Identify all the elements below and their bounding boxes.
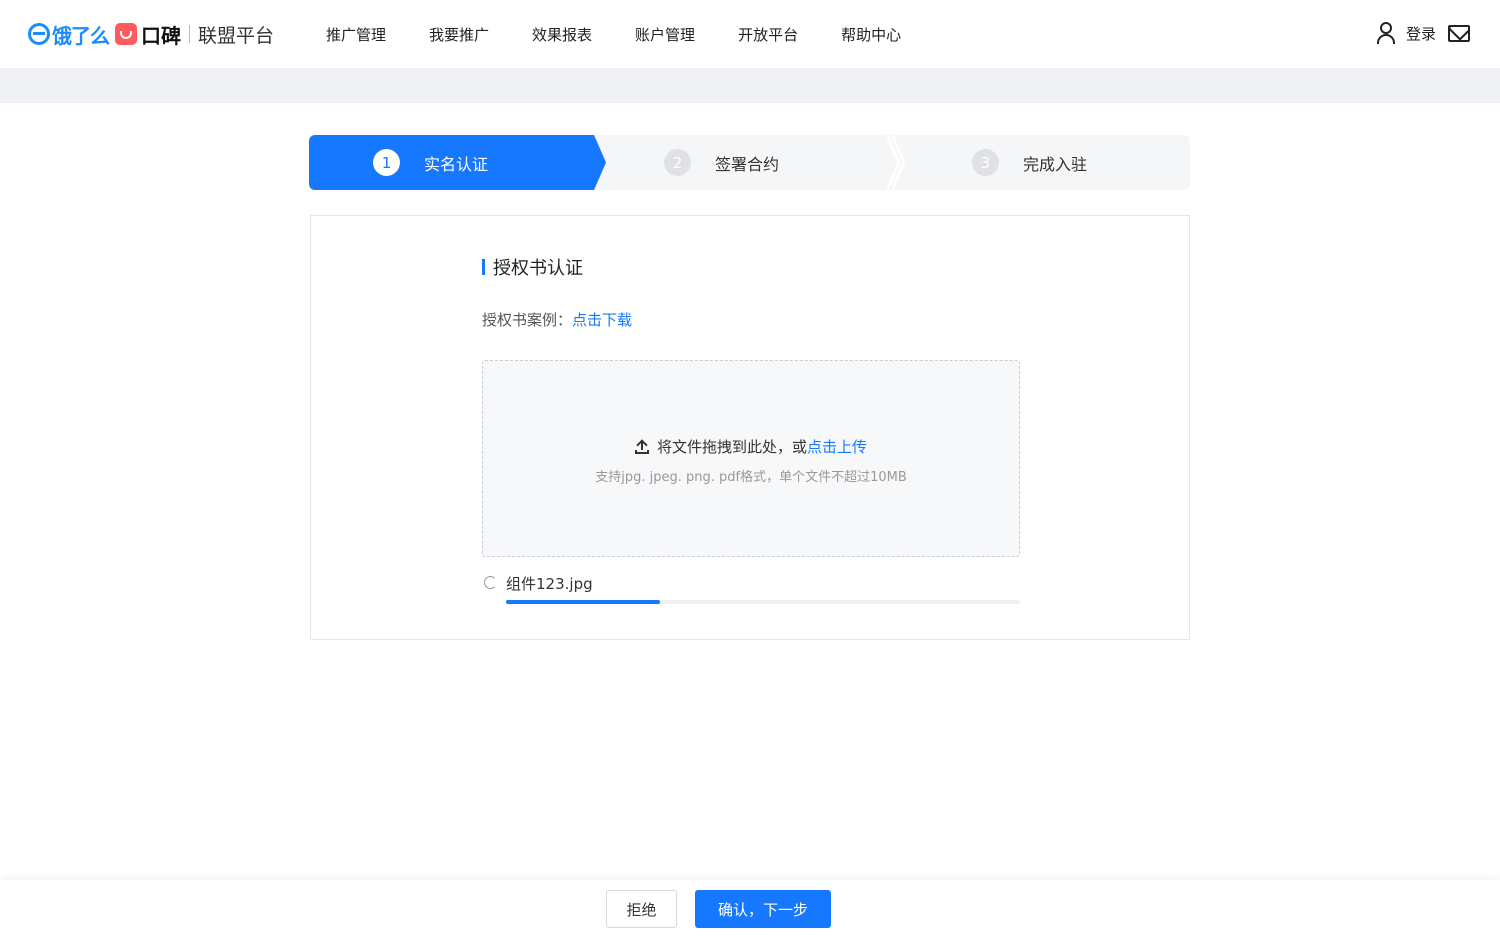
step-label: 实名认证 xyxy=(424,154,489,174)
user-icon[interactable] xyxy=(1376,22,1396,44)
eleme-logo: 饿了么 xyxy=(28,20,110,49)
drop-instruction: 将文件拖拽到此处，或 xyxy=(656,438,807,456)
step-divider xyxy=(887,135,901,190)
reject-button[interactable]: 拒绝 xyxy=(606,890,677,928)
upload-progress-bar xyxy=(506,600,1020,604)
upload-icon xyxy=(634,440,649,454)
download-sample-link[interactable]: 点击下载 xyxy=(572,311,632,329)
nav-item-reports[interactable]: 效果报表 xyxy=(532,24,592,45)
progress-steps: 1 实名认证 2 签署合约 3 完成入驻 xyxy=(309,135,1190,190)
section-title: 授权书认证 xyxy=(482,254,583,280)
upload-dropzone[interactable]: 将文件拖拽到此处，或 点击上传 支持jpg. jpeg. png. pdf格式，单… xyxy=(482,360,1020,557)
nav-item-promotion-management[interactable]: 推广管理 xyxy=(326,24,386,45)
login-link[interactable]: 登录 xyxy=(1406,23,1436,44)
dropzone-main-text: 将文件拖拽到此处，或 点击上传 xyxy=(483,436,1019,457)
top-header: 饿了么 口碑 联盟平台 推广管理 我要推广 效果报表 账户管理 开放平台 帮助中… xyxy=(0,0,1500,68)
loading-spinner-icon xyxy=(484,576,497,589)
confirm-next-button[interactable]: 确认，下一步 xyxy=(695,890,831,928)
step-label: 完成入驻 xyxy=(1023,154,1088,174)
step-sign-contract: 2 签署合约 xyxy=(664,135,779,190)
step-label: 签署合约 xyxy=(715,154,780,174)
nav-item-account[interactable]: 账户管理 xyxy=(635,24,695,45)
header-actions: 登录 xyxy=(1376,22,1470,44)
eleme-logo-text: 饿了么 xyxy=(52,23,110,48)
mail-icon[interactable] xyxy=(1448,24,1470,42)
koubei-logo-text: 口碑 xyxy=(141,23,181,48)
main-nav: 推广管理 我要推广 效果报表 账户管理 开放平台 帮助中心 xyxy=(326,0,944,68)
footer-action-bar: 拒绝 确认，下一步 xyxy=(0,880,1500,937)
koubei-icon xyxy=(115,23,137,45)
section-title-text: 授权书认证 xyxy=(493,258,583,279)
step-complete: 3 完成入驻 xyxy=(972,135,1087,190)
sample-line: 授权书案例：点击下载 xyxy=(482,309,632,330)
header-band xyxy=(0,68,1500,103)
platform-name: 联盟平台 xyxy=(198,24,275,47)
step-number: 1 xyxy=(373,149,400,176)
nav-item-open-platform[interactable]: 开放平台 xyxy=(738,24,798,45)
eleme-e-icon xyxy=(28,23,50,45)
nav-item-promote[interactable]: 我要推广 xyxy=(429,24,489,45)
upload-progress-fill xyxy=(506,600,661,604)
brand-logo[interactable]: 饿了么 口碑 联盟平台 xyxy=(28,20,274,48)
step-real-name: 1 实名认证 xyxy=(309,135,606,190)
step-number: 2 xyxy=(664,149,691,176)
step-number: 3 xyxy=(972,149,999,176)
nav-item-help[interactable]: 帮助中心 xyxy=(841,24,901,45)
upload-hint: 支持jpg. jpeg. png. pdf格式，单个文件不超过10MB xyxy=(595,470,907,485)
sample-label: 授权书案例： xyxy=(482,311,573,329)
authorization-card: 授权书认证 授权书案例：点击下载 将文件拖拽到此处，或 点击上传 支持jpg. j… xyxy=(310,215,1190,640)
title-accent-bar xyxy=(482,259,485,275)
file-name: 组件123.jpg xyxy=(506,575,593,593)
click-upload-link[interactable]: 点击上传 xyxy=(807,436,867,457)
logo-divider xyxy=(189,25,190,43)
